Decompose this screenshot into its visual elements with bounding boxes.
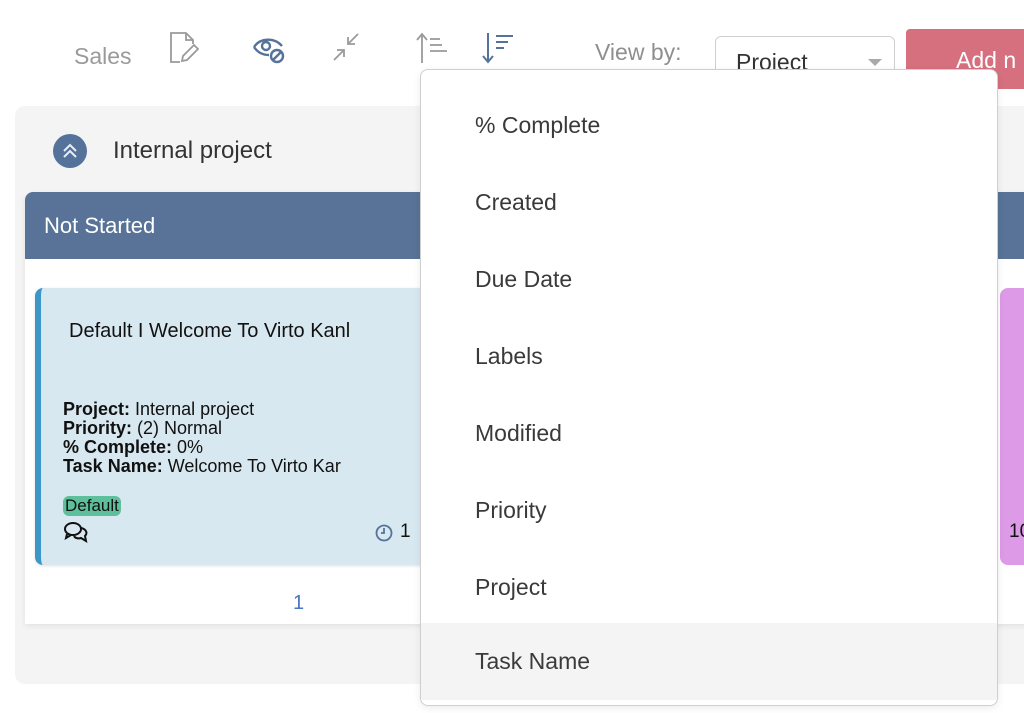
sort-descending-icon[interactable] <box>480 30 516 66</box>
column-title: Not Started <box>44 213 156 238</box>
menu-item-task-name[interactable]: Task Name <box>421 623 997 700</box>
card-field-complete: % Complete: 0% <box>63 437 204 457</box>
card-title: Default I Welcome To Virto Kanl <box>69 320 351 342</box>
card-field-project: Project: Internal project <box>63 399 255 419</box>
menu-item-labels[interactable]: Labels <box>421 318 997 395</box>
comments-icon[interactable] <box>63 521 89 544</box>
menu-item-priority[interactable]: Priority <box>421 472 997 549</box>
task-card[interactable]: Default I Welcome To Virto Kanl Project:… <box>35 288 455 565</box>
clock-icon <box>375 524 393 542</box>
double-chevron-up-icon <box>63 143 77 158</box>
task-card[interactable]: 10 <box>1000 288 1024 565</box>
card-field-priority: Priority: (2) Normal <box>63 418 223 438</box>
menu-item-modified[interactable]: Modified <box>421 395 997 472</box>
card-due-date: 1 <box>400 521 411 542</box>
collapse-arrows-icon[interactable] <box>328 30 364 66</box>
chevron-down-icon <box>868 59 882 66</box>
card-due-date: 10 <box>1009 521 1024 542</box>
menu-item-due-date[interactable]: Due Date <box>421 241 997 318</box>
swimlane-title: Internal project <box>113 137 272 164</box>
card-field-task-name: Task Name: Welcome To Virto Kar <box>63 456 341 476</box>
collapse-swimlane-button[interactable] <box>53 134 87 168</box>
sort-ascending-icon[interactable] <box>414 30 450 66</box>
card-fields: Project: Internal project Priority: (2) … <box>63 400 341 476</box>
menu-item-project[interactable]: Project <box>421 549 997 626</box>
card-tag: Default <box>63 496 121 516</box>
edit-document-icon[interactable] <box>166 30 202 66</box>
view-by-label: View by: <box>595 39 682 65</box>
hide-eye-icon[interactable] <box>250 32 286 68</box>
menu-item-created[interactable]: Created <box>421 164 997 241</box>
menu-item-percent-complete[interactable]: % Complete <box>421 87 997 164</box>
board-name: Sales <box>74 43 132 69</box>
view-by-dropdown-menu: % Complete Created Due Date Labels Modif… <box>420 69 998 706</box>
page-number[interactable]: 1 <box>293 592 304 615</box>
